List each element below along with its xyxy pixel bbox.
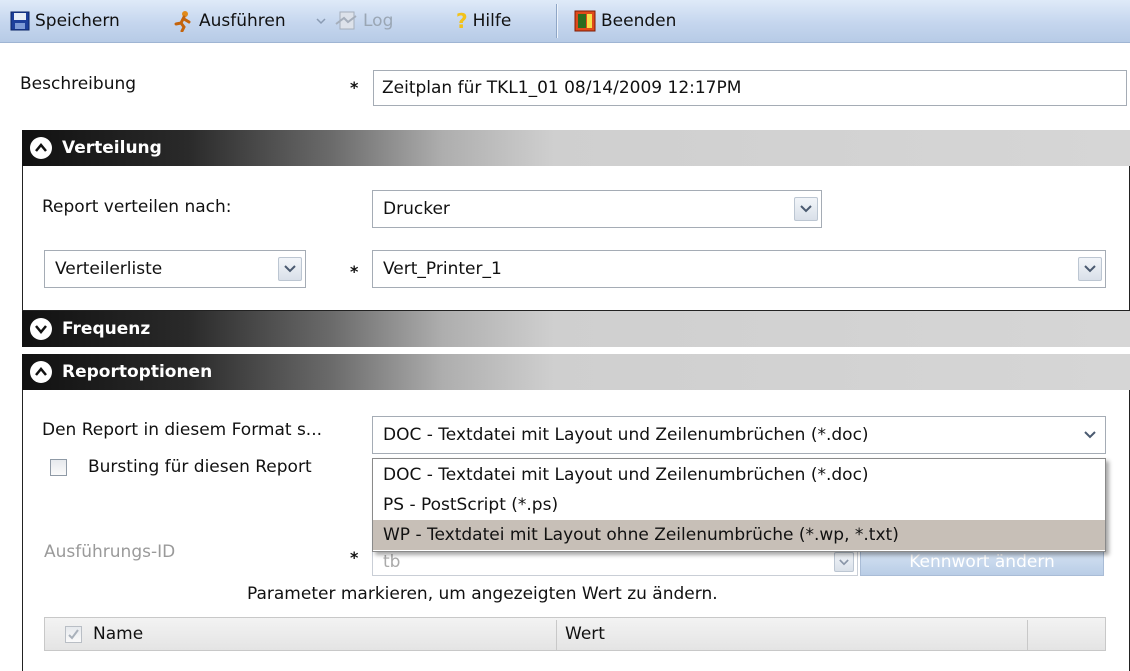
toolbar-separator xyxy=(556,4,557,38)
parameter-hint: Parameter markieren, um angezeigten Wert… xyxy=(247,584,718,604)
distribution-list-value: Vert_Printer_1 xyxy=(383,259,502,279)
log-label: Log xyxy=(363,11,394,31)
format-dropdown-list: DOC - Textdatei mit Layout und Zeilenumb… xyxy=(372,458,1106,552)
chevron-down-icon[interactable] xyxy=(278,257,302,281)
bursting-checkbox[interactable] xyxy=(50,459,67,476)
save-label: Speichern xyxy=(35,11,120,31)
section-header-report-options[interactable]: Reportoptionen xyxy=(22,354,1130,390)
description-input[interactable]: Zeitplan für TKL1_01 08/14/2009 12:17PM xyxy=(373,70,1127,106)
checkmark-icon xyxy=(68,629,79,640)
dropdown-option-highlighted[interactable]: WP - Textdatei mit Layout ohne Zeilenumb… xyxy=(373,520,1105,550)
distribute-by-value: Drucker xyxy=(383,199,450,219)
run-label: Ausführen xyxy=(199,11,286,31)
section-header-distribution[interactable]: Verteilung xyxy=(22,130,1130,166)
column-header-name[interactable]: Name xyxy=(93,624,143,644)
format-label: Den Report in diesem Format s... xyxy=(42,420,323,440)
column-header-value[interactable]: Wert xyxy=(565,624,605,644)
required-marker: * xyxy=(350,548,359,567)
chevron-down-icon[interactable] xyxy=(794,197,818,221)
quit-label: Beenden xyxy=(601,11,677,31)
exec-id-label: Ausführungs-ID xyxy=(44,542,176,562)
select-all-checkbox[interactable] xyxy=(65,626,82,643)
collapse-up-icon xyxy=(30,361,52,383)
parameter-table-header: Name Wert xyxy=(44,617,1106,651)
section-title: Reportoptionen xyxy=(62,362,213,382)
chevron-down-icon[interactable] xyxy=(1078,257,1102,281)
dropdown-option[interactable]: DOC - Textdatei mit Layout und Zeilenumb… xyxy=(373,460,1105,490)
required-marker: * xyxy=(350,78,359,97)
exec-id-select[interactable]: tb xyxy=(372,548,858,576)
toolbar: Speichern Ausführen Log ? Hilfe Beenden xyxy=(0,0,1130,43)
section-title: Frequenz xyxy=(62,319,151,339)
chevron-down-icon xyxy=(316,18,326,25)
question-mark-icon: ? xyxy=(456,9,468,33)
runner-icon xyxy=(174,11,191,32)
list-type-select[interactable]: Verteilerliste xyxy=(44,250,306,288)
exec-id-value: tb xyxy=(383,552,401,572)
change-password-button[interactable]: Kennwort ändern xyxy=(860,548,1104,576)
run-button[interactable]: Ausführen xyxy=(172,0,286,42)
save-button[interactable]: Speichern xyxy=(10,0,120,42)
floppy-disk-icon xyxy=(10,11,30,31)
bursting-label: Bursting für diesen Report xyxy=(88,457,312,477)
chevron-down-icon[interactable] xyxy=(834,552,854,572)
chevron-down-icon[interactable] xyxy=(1078,423,1102,447)
collapse-up-icon xyxy=(30,137,52,159)
required-marker: * xyxy=(350,262,359,281)
exit-door-icon xyxy=(574,10,596,32)
dropdown-option[interactable]: PS - PostScript (*.ps) xyxy=(373,490,1105,520)
distribution-panel xyxy=(22,166,1130,311)
log-icon xyxy=(335,11,357,30)
column-divider xyxy=(556,620,557,650)
format-select[interactable]: DOC - Textdatei mit Layout und Zeilenumb… xyxy=(372,416,1106,454)
help-button[interactable]: ? Hilfe xyxy=(456,0,511,42)
section-title: Verteilung xyxy=(62,138,162,158)
run-dropdown-arrow[interactable] xyxy=(316,0,326,42)
log-button[interactable]: Log xyxy=(334,0,393,42)
format-value: DOC - Textdatei mit Layout und Zeilenumb… xyxy=(383,425,869,445)
distribute-by-label: Report verteilen nach: xyxy=(42,197,232,217)
description-label: Beschreibung xyxy=(20,74,137,94)
expand-down-icon xyxy=(30,318,52,340)
distribution-list-select[interactable]: Vert_Printer_1 xyxy=(372,250,1106,288)
section-header-frequency[interactable]: Frequenz xyxy=(22,311,1130,347)
distribute-by-select[interactable]: Drucker xyxy=(372,190,822,228)
quit-button[interactable]: Beenden xyxy=(574,0,676,42)
help-label: Hilfe xyxy=(472,11,512,31)
column-divider xyxy=(1027,620,1028,650)
list-type-value: Verteilerliste xyxy=(55,259,163,279)
